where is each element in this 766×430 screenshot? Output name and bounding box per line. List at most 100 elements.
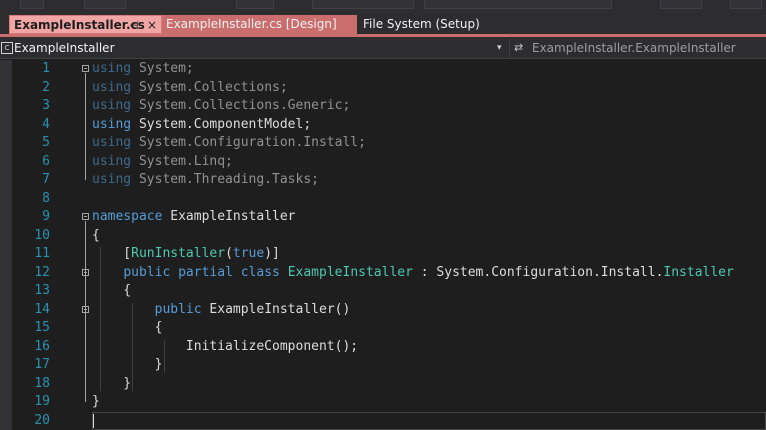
code-text: { xyxy=(92,282,131,300)
code-text: using System; xyxy=(92,60,194,78)
code-token: using xyxy=(92,135,132,150)
code-token: System.Collections.Generic; xyxy=(131,98,351,113)
code-text: using System.Threading.Tasks; xyxy=(92,171,319,189)
code-text: { xyxy=(92,227,100,245)
code-token: } xyxy=(92,357,163,372)
line-number: 9 xyxy=(42,209,50,224)
code-text: { xyxy=(92,319,163,337)
code-token: partial xyxy=(178,264,233,280)
line-number: 2 xyxy=(42,79,50,95)
line-number: 18 xyxy=(34,375,50,391)
collapse-icon[interactable] xyxy=(82,213,89,220)
collapse-icon[interactable] xyxy=(82,65,89,72)
code-text: public ExampleInstaller() xyxy=(92,301,351,319)
code-token: RunInstaller xyxy=(131,246,226,261)
code-token: } xyxy=(92,394,100,409)
code-token: using xyxy=(92,153,132,169)
code-token: using xyxy=(92,79,132,95)
toolbar-dropdown[interactable] xyxy=(312,0,414,9)
code-token: System; xyxy=(131,61,194,76)
class-icon: C xyxy=(1,42,13,54)
line-number: 10 xyxy=(34,227,50,243)
collapse-icon[interactable] xyxy=(82,268,89,276)
code-text: public partial class ExampleInstaller : … xyxy=(92,264,734,282)
code-line: 9 namespace ExampleInstaller xyxy=(0,208,766,226)
code-token: )] xyxy=(264,246,280,261)
code-token: { xyxy=(92,227,100,243)
code-line: 5 using System.Configuration.Install; xyxy=(0,134,766,152)
line-number: 16 xyxy=(34,338,50,354)
toolbar-button[interactable] xyxy=(84,0,126,9)
pin-icon[interactable]: ⊣ xyxy=(129,16,139,35)
toolbar-button[interactable] xyxy=(660,0,702,9)
line-number: 8 xyxy=(42,190,50,206)
code-text: [RunInstaller(true)] xyxy=(92,245,280,263)
toolbar-dropdown[interactable] xyxy=(424,0,612,9)
line-number: 14 xyxy=(34,301,50,317)
code-token: System.ComponentModel; xyxy=(131,116,312,132)
code-line: 7 using System.Threading.Tasks; xyxy=(0,171,766,189)
line-number: 7 xyxy=(42,172,50,187)
type-dropdown-label: ExampleInstaller xyxy=(14,41,115,55)
code-line: 19} xyxy=(0,393,766,411)
text-caret xyxy=(93,413,94,428)
line-number: 20 xyxy=(34,412,50,428)
code-line: 2 using System.Collections; xyxy=(0,79,766,97)
code-token: System.Threading.Tasks; xyxy=(131,172,319,187)
code-line: 11 [RunInstaller(true)] xyxy=(0,245,766,263)
code-token: ExampleInstaller xyxy=(162,209,296,224)
code-line: 3 using System.Collections.Generic; xyxy=(0,97,766,115)
document-tab-bar: ExampleInstaller.cs ⊣ × ExampleInstaller… xyxy=(0,10,766,37)
close-icon[interactable]: × xyxy=(147,16,157,35)
line-number: 13 xyxy=(34,283,50,298)
code-text: } xyxy=(92,356,163,374)
code-line: 4 using System.ComponentModel; xyxy=(0,116,766,134)
code-token: namespace xyxy=(92,209,163,224)
code-line: 15 { xyxy=(0,319,766,337)
code-token: System.Collections; xyxy=(131,79,288,95)
toolbar-button[interactable] xyxy=(730,0,762,9)
code-line: 1 using System; xyxy=(0,60,766,78)
tab-example-installer-cs[interactable]: ExampleInstaller.cs ⊣ × xyxy=(9,15,162,34)
code-token: ExampleInstaller() xyxy=(201,301,351,317)
code-line: 17 } xyxy=(0,356,766,374)
code-token: System.Linq; xyxy=(131,153,233,169)
code-token: } xyxy=(92,375,132,391)
line-number: 15 xyxy=(34,320,50,335)
code-text: using System.ComponentModel; xyxy=(92,116,311,134)
code-text: using System.Configuration.Install; xyxy=(92,134,366,152)
line-number: 19 xyxy=(34,394,50,409)
tab-example-installer-design[interactable]: ExampleInstaller.cs [Design] xyxy=(162,15,357,34)
line-number: 11 xyxy=(34,246,50,261)
code-line: 8 xyxy=(0,190,766,208)
toolbar xyxy=(0,0,766,10)
navigation-bar: C ExampleInstaller ▾ ⇄ ExampleInstaller.… xyxy=(0,37,766,59)
code-editor[interactable]: 1 using System; 2 using System.Collections;… xyxy=(0,60,766,430)
code-token: class xyxy=(240,264,280,280)
code-text: using System.Collections.Generic; xyxy=(92,97,350,115)
divider xyxy=(509,39,510,57)
tab-file-system-setup[interactable]: File System (Setup) xyxy=(359,15,499,34)
code-line: 14 public ExampleInstaller() xyxy=(0,301,766,319)
chevron-down-icon[interactable]: ▾ xyxy=(497,39,502,57)
code-line: 6 using System.Linq; xyxy=(0,153,766,171)
line-number: 12 xyxy=(34,264,50,280)
code-text: InitializeComponent(); xyxy=(92,338,358,356)
toolbar-dropdown[interactable] xyxy=(236,0,274,9)
collapse-icon[interactable] xyxy=(82,305,89,313)
member-dropdown[interactable]: ⇄ ExampleInstaller.ExampleInstaller xyxy=(514,39,764,57)
code-token: : System.Configuration.Install. xyxy=(412,264,664,280)
code-line: 18 } xyxy=(0,375,766,393)
type-dropdown[interactable]: C ExampleInstaller ▾ xyxy=(0,39,508,57)
tab-label: ExampleInstaller.cs xyxy=(14,18,145,32)
code-text: namespace ExampleInstaller xyxy=(92,208,296,226)
tab-label: ExampleInstaller.cs [Design] xyxy=(166,17,337,31)
toolbar-button[interactable] xyxy=(20,0,44,9)
code-token: ExampleInstaller xyxy=(287,264,413,280)
code-text: } xyxy=(92,375,131,393)
member-dropdown-label: ExampleInstaller.ExampleInstaller xyxy=(532,41,736,55)
